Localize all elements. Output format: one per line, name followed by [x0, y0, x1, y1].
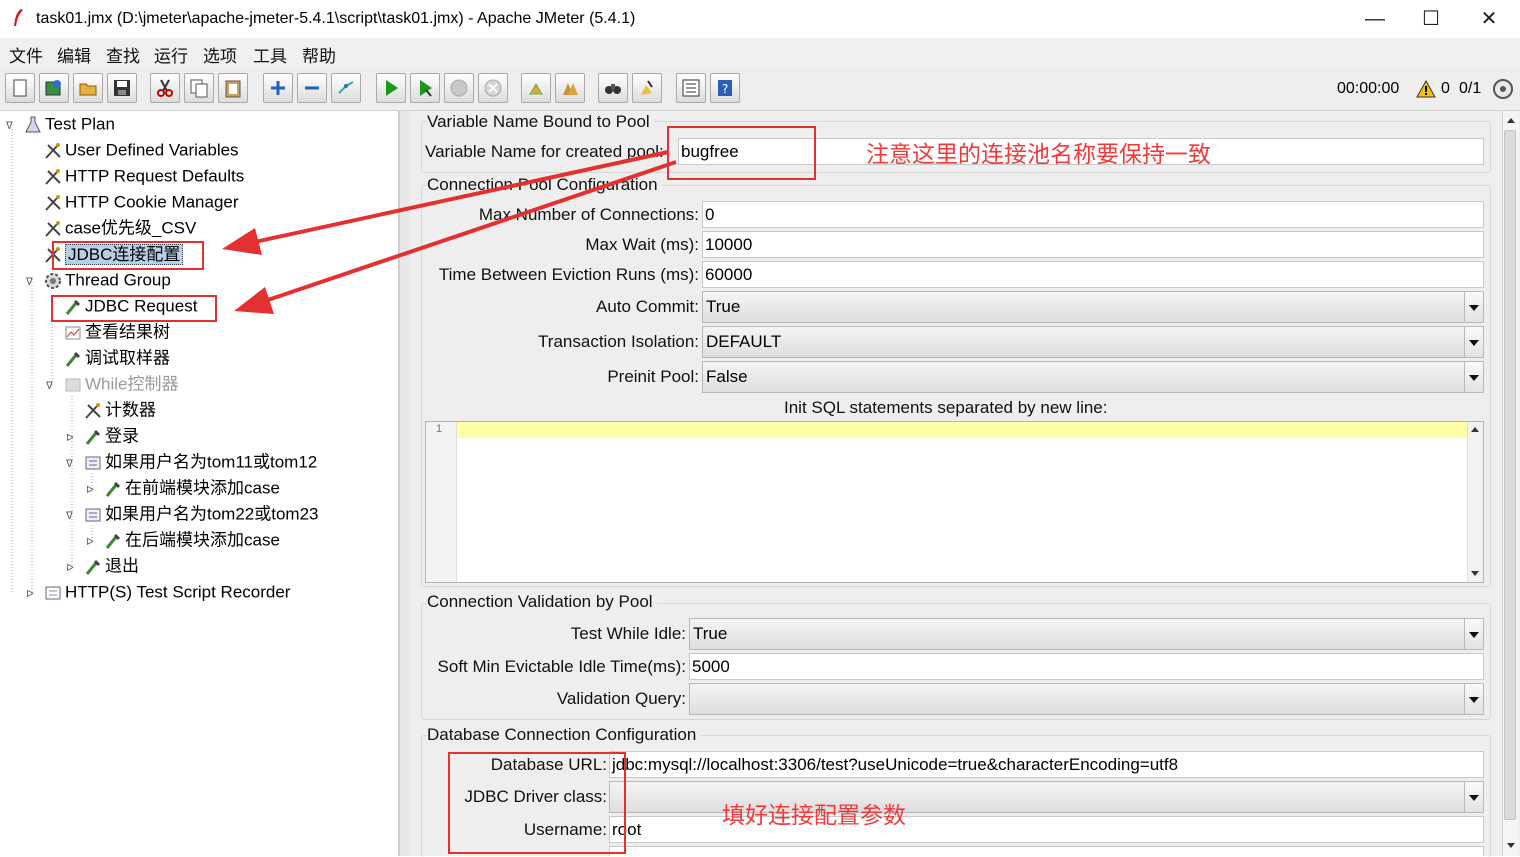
annotation-arrows — [222, 150, 677, 314]
annotation-config-note: 填好连接配置参数 — [722, 803, 906, 829]
annotation-pool-note: 注意这里的连接池名称要保持一致 — [866, 142, 1211, 168]
